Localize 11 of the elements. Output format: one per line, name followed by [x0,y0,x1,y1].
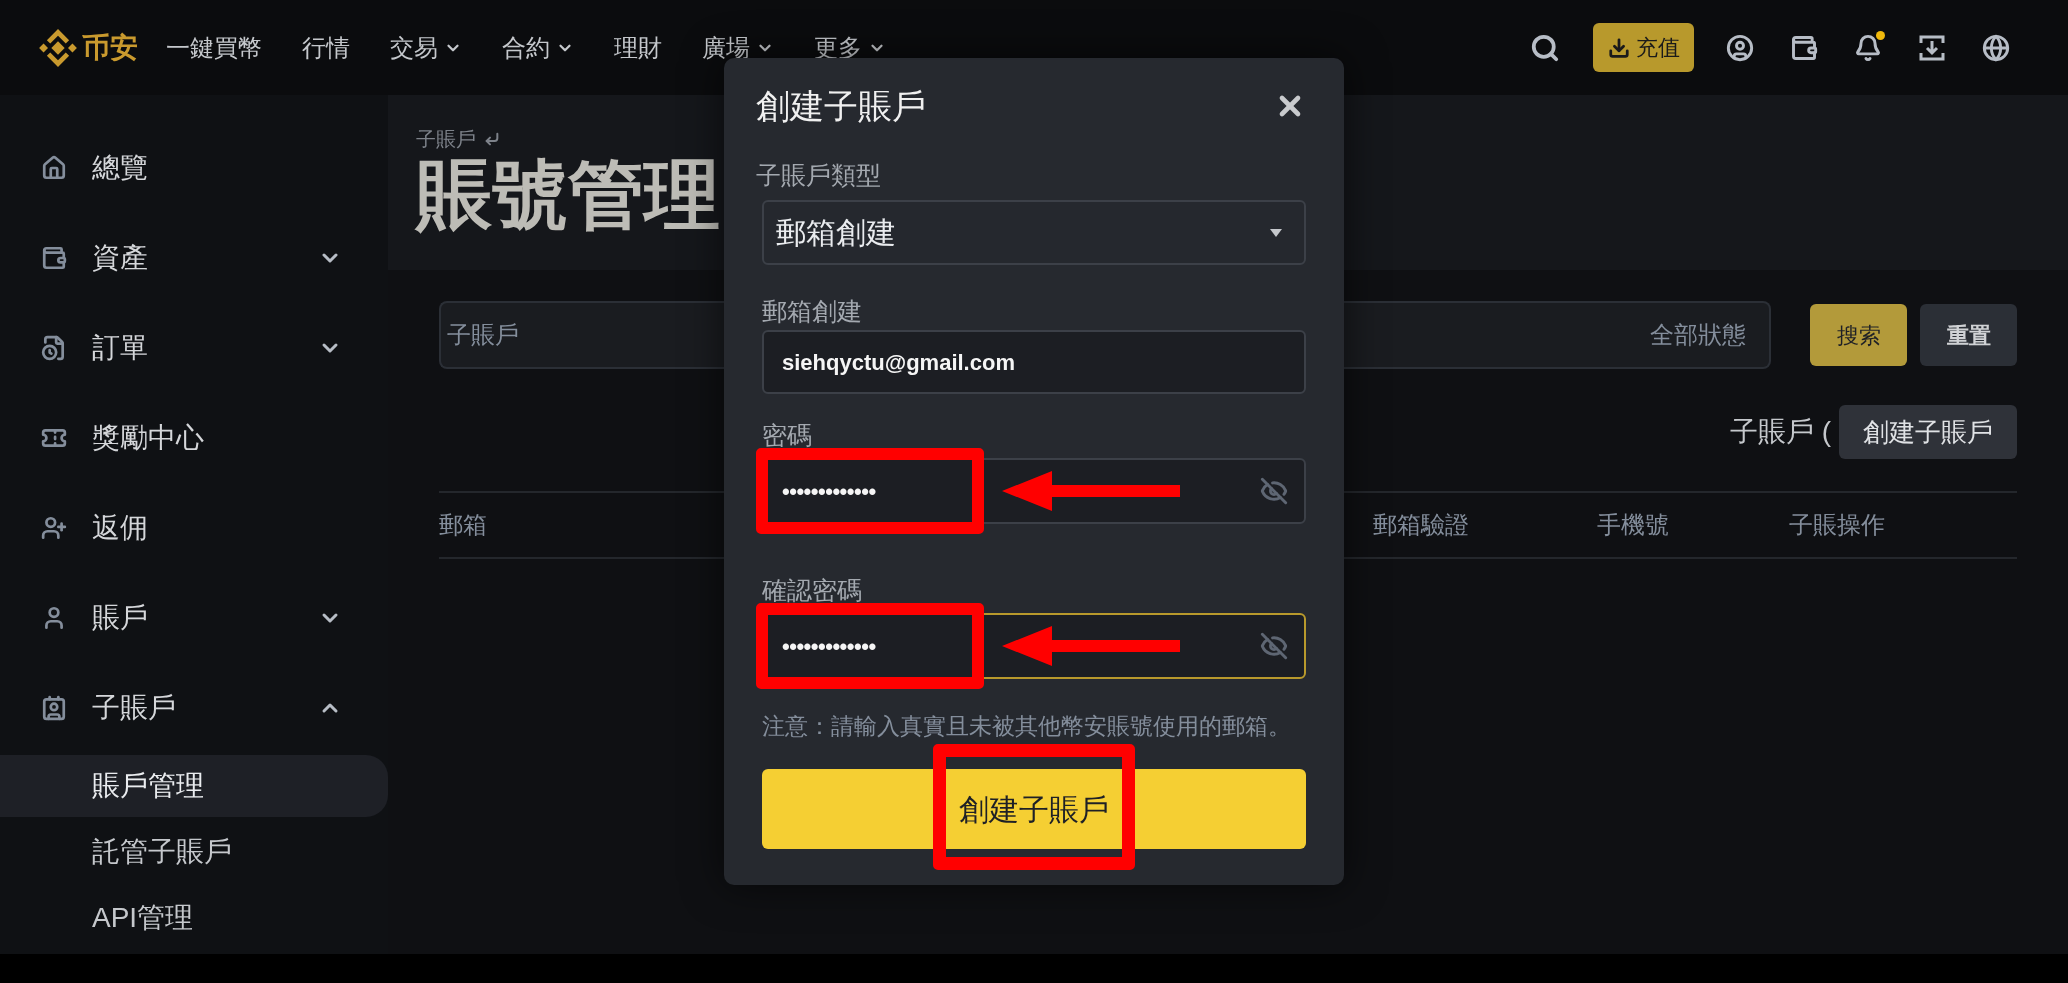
subaccount-count: 子賬戶 ( [1729,415,1831,449]
field-label: 密碼 [762,420,813,450]
column-header: 郵箱 [439,510,487,540]
field-label: 確認密碼 [762,575,863,605]
column-header: 手機號 [1597,510,1669,540]
dialog-title: 創建子賬戶 [756,85,926,127]
column-header: 子賬操作 [1789,510,1885,540]
column-header: 郵箱驗證 [1373,510,1469,540]
field-label: 子賬戶類型 [756,160,882,190]
page-title: 賬號管理 [416,153,720,237]
dialog-note: 注意：請輸入真實且未被其他幣安賬號使用的郵箱。 [762,712,1292,741]
